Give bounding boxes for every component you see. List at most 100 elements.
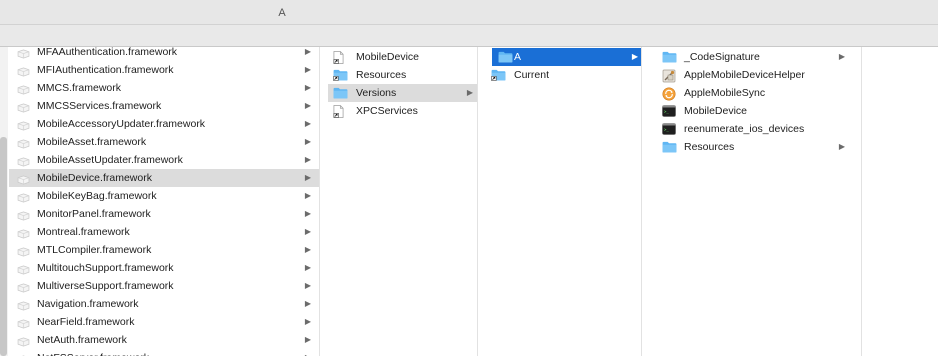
window-title: A [278,7,286,19]
chevron-right-icon: ▶ [304,335,311,344]
row-label: MFIAuthentication.framework [37,64,174,76]
column-a: _CodeSignature ▶ AppleMobileDeviceHelper Ap… [642,47,862,356]
row-label: MMCS.framework [37,82,122,94]
folder-icon [662,141,677,153]
framework-icon [17,83,30,95]
framework-icon [17,281,30,293]
a-list: _CodeSignature ▶ AppleMobileDeviceHelper Ap… [642,48,861,156]
row-label: MobileAssetUpdater.framework [37,154,183,166]
row-multitouchsupport-framework[interactable]: MultitouchSupport.framework ▶ [0,259,319,277]
executable-icon: >_ [662,105,676,117]
row-label: MobileAccessoryUpdater.framework [37,118,206,130]
chevron-right-icon: ▶ [304,83,311,92]
framework-icon [17,47,30,59]
versions-list: A ▶ Current [478,48,641,84]
row-netauth-framework[interactable]: NetAuth.framework ▶ [0,331,319,349]
row-mobiledevice[interactable]: MobileDevice [320,48,477,66]
alias-document-icon [333,105,347,118]
chevron-right-icon: ▶ [304,191,311,200]
row-montreal-framework[interactable]: Montreal.framework ▶ [0,223,319,241]
chevron-right-icon: ▶ [304,101,311,110]
chevron-right-icon: ▶ [304,47,311,56]
row-label: _CodeSignature [684,51,760,63]
row-mfaauthentication-framework[interactable]: MFAAuthentication.framework ▶ [0,47,319,61]
row-mobileaccessoryupdater-framework[interactable]: MobileAccessoryUpdater.framework ▶ [0,115,319,133]
chevron-right-icon: ▶ [304,209,311,218]
chevron-right-icon: ▶ [304,173,311,182]
chevron-right-icon: ▶ [305,349,311,356]
row-multiversesupport-framework[interactable]: MultiverseSupport.framework ▶ [0,277,319,295]
row-netfsserver-framework[interactable]: NetFSServer.framework ▶ [0,349,319,356]
chevron-right-icon: ▶ [631,52,638,61]
chevron-right-icon: ▶ [304,119,311,128]
framework-icon [17,191,30,203]
row-label: Versions [356,87,397,99]
row-resources[interactable]: Resources [320,66,477,84]
row-a[interactable]: A ▶ [492,48,641,66]
row-monitorpanel-framework[interactable]: MonitorPanel.framework ▶ [0,205,319,223]
framework-icon [17,245,30,257]
framework-icon [17,119,30,131]
row-label: MMCSServices.framework [37,100,162,112]
row-label: A [514,51,522,63]
row-label: MTLCompiler.framework [37,244,152,256]
framework-icon [17,335,30,347]
framework-icon [17,227,30,239]
row-navigation-framework[interactable]: Navigation.framework ▶ [0,295,319,313]
row-mobiledevice-framework[interactable]: MobileDevice.framework ▶ [9,169,319,187]
row-label: NetAuth.framework [37,334,127,346]
row-mobilekeybag-framework[interactable]: MobileKeyBag.framework ▶ [0,187,319,205]
row-label: AppleMobileDeviceHelper [684,69,805,81]
framework-icon [17,209,30,221]
row-codesignature[interactable]: _CodeSignature ▶ [642,48,861,66]
framework-icon [17,65,30,77]
chevron-right-icon: ▶ [304,155,311,164]
row-mmcs-framework[interactable]: MMCS.framework ▶ [0,79,319,97]
alias-document-icon [333,51,347,64]
row-label: AppleMobileSync [684,87,766,99]
row-current[interactable]: Current [478,66,641,84]
row-applemobiledevicehelper[interactable]: AppleMobileDeviceHelper [642,66,861,84]
row-resources[interactable]: Resources ▶ [642,138,861,156]
row-label: MobileKeyBag.framework [37,190,157,202]
chevron-right-icon: ▶ [838,52,845,61]
row-reenumerate-ios-devices[interactable]: >_ reenumerate_ios_devices [642,120,861,138]
row-applemobilesync[interactable]: AppleMobileSync [642,84,861,102]
column-versions: A ▶ Current [478,47,642,356]
row-mobileassetupdater-framework[interactable]: MobileAssetUpdater.framework ▶ [0,151,319,169]
folder-icon [333,87,348,99]
row-label: NetFSServer.framework [37,352,149,356]
row-mobiledevice[interactable]: >_ MobileDevice [642,102,861,120]
svg-text:>_: >_ [664,109,669,114]
row-mmcsservices-framework[interactable]: MMCSServices.framework ▶ [0,97,319,115]
row-label: MobileDevice [356,51,420,63]
framework-icon [17,299,30,311]
row-label: Current [514,69,550,81]
frameworks-list: MFAAuthentication.framework ▶ MFIAuthentic… [0,47,319,356]
row-label: Navigation.framework [37,298,139,310]
chevron-right-icon: ▶ [304,281,311,290]
row-label: MultitouchSupport.framework [37,262,174,274]
row-mfiauthentication-framework[interactable]: MFIAuthentication.framework ▶ [0,61,319,79]
title-bar: A [0,0,938,25]
column-browser: MFAAuthentication.framework ▶ MFIAuthentic… [0,47,938,356]
chevron-right-icon: ▶ [304,65,311,74]
row-label: Resources [356,69,407,81]
row-xpcservices[interactable]: XPCServices [320,102,477,120]
chevron-right-icon: ▶ [304,263,311,272]
row-label: MobileDevice [684,105,748,117]
chevron-right-icon: ▶ [838,142,845,151]
framework-icon [17,155,30,167]
framework-icon [17,263,30,275]
row-label: MFAAuthentication.framework [37,47,178,58]
column-empty [862,47,938,356]
row-mobileasset-framework[interactable]: MobileAsset.framework ▶ [0,133,319,151]
row-nearfield-framework[interactable]: NearField.framework ▶ [0,313,319,331]
row-mtlcompiler-framework[interactable]: MTLCompiler.framework ▶ [0,241,319,259]
row-versions[interactable]: Versions ▶ [328,84,477,102]
chevron-right-icon: ▶ [304,137,311,146]
row-label: XPCServices [356,105,418,117]
executable-icon: >_ [662,123,676,135]
row-label: MobileDevice.framework [37,172,152,184]
row-label: MonitorPanel.framework [37,208,151,220]
